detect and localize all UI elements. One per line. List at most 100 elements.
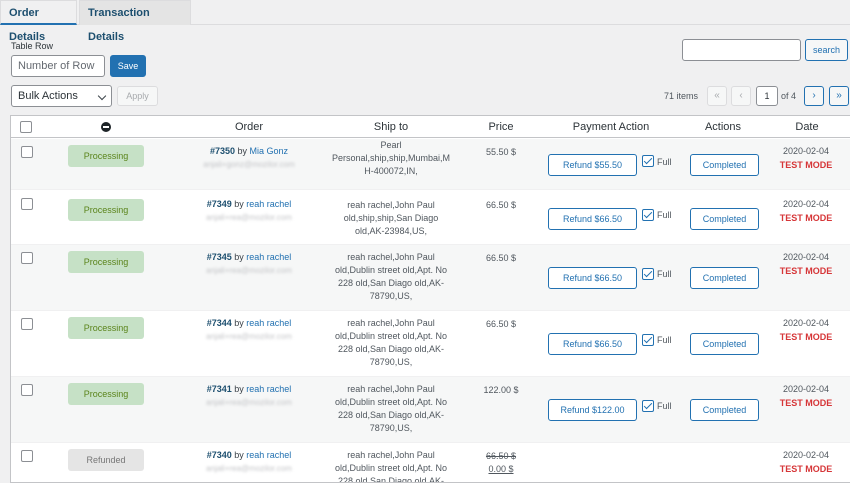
order-link[interactable]: #7344 by reah rachel <box>181 318 317 328</box>
row-checkbox[interactable] <box>21 252 33 264</box>
order-number[interactable]: #7350 <box>210 146 235 156</box>
customer-link[interactable]: Mia Gonz <box>250 146 289 156</box>
ship-line: 228 old,San Diago old,AK- <box>337 476 445 483</box>
price: 66.50 $ <box>485 200 517 210</box>
ship-to: reah rachel,John Paul old,Dublin street … <box>321 383 461 435</box>
save-button[interactable]: Save <box>110 55 146 77</box>
row-checkbox[interactable] <box>21 198 33 210</box>
order-by: by <box>234 450 244 460</box>
table-row: Processing #7341 by reah rachel anjali+r… <box>11 377 850 443</box>
full-label: Full <box>657 157 672 167</box>
col-order[interactable]: Order <box>199 116 299 138</box>
order-number[interactable]: #7340 <box>207 450 232 460</box>
first-page-button[interactable]: « <box>707 86 727 106</box>
row-checkbox[interactable] <box>21 146 33 158</box>
row-checkbox[interactable] <box>21 384 33 396</box>
search-button[interactable]: search <box>805 39 848 61</box>
customer-email: anjali+rea@mozilor.com <box>206 398 292 407</box>
full-label: Full <box>657 401 672 411</box>
row-checkbox[interactable] <box>21 318 33 330</box>
bulk-actions-select[interactable]: Bulk Actions <box>11 85 112 107</box>
order-link[interactable]: #7341 by reah rachel <box>181 384 317 394</box>
col-ship-to: Ship to <box>373 121 409 133</box>
apply-button[interactable]: Apply <box>117 86 158 106</box>
row-checkbox[interactable] <box>21 450 33 462</box>
order-by: by <box>234 199 244 209</box>
ship-line: old,AK-23984,US, <box>354 226 428 236</box>
price: 66.50 $ <box>485 319 517 329</box>
items-count: 71 items <box>664 91 699 101</box>
status-badge: Processing <box>68 251 144 273</box>
tab-bar: Order Details Transaction Details <box>0 0 850 43</box>
full-checkbox[interactable] <box>642 268 654 280</box>
full-checkbox[interactable] <box>642 400 654 412</box>
customer-link[interactable]: reah rachel <box>246 450 291 460</box>
refund-button[interactable]: Refund $55.50 <box>548 154 637 176</box>
completed-button[interactable]: Completed <box>690 399 759 421</box>
order-link[interactable]: #7340 by reah rachel <box>181 450 317 460</box>
ship-to: reah rachel,John Paul old,Dublin street … <box>321 449 461 483</box>
ship-line: Pearl <box>380 140 402 150</box>
customer-email: anjali+rea@mozilor.com <box>206 266 292 275</box>
full-checkbox[interactable] <box>642 334 654 346</box>
refund-button[interactable]: Refund $66.50 <box>548 267 637 289</box>
customer-email: anjali+gonz@mozilor.com <box>203 160 295 169</box>
test-mode-label: TEST MODE <box>779 398 833 408</box>
next-page-button[interactable]: › <box>804 86 824 106</box>
col-payment-action: Payment Action <box>572 121 650 133</box>
col-date[interactable]: Date <box>767 116 847 138</box>
status-badge: Processing <box>68 317 144 339</box>
prev-page-button[interactable]: ‹ <box>731 86 751 106</box>
ship-line: old,Dublin street old,Apt. No <box>334 397 448 407</box>
price: 122.00 $ <box>483 385 519 395</box>
order-by: by <box>234 252 244 262</box>
ship-line: 78790,US, <box>369 291 413 301</box>
customer-link[interactable]: reah rachel <box>246 318 291 328</box>
ship-line: old,ship,ship,San Diago <box>343 213 439 223</box>
test-mode-label: TEST MODE <box>779 213 833 223</box>
test-mode-label: TEST MODE <box>779 464 833 474</box>
original-price: 66.50 $ <box>485 451 517 461</box>
last-page-button[interactable]: » <box>829 86 849 106</box>
ship-line: Personal,ship,ship,Mumbai,M <box>331 153 451 163</box>
select-all-checkbox[interactable] <box>20 121 32 133</box>
tab-order-details[interactable]: Order Details <box>0 0 77 43</box>
customer-link[interactable]: reah rachel <box>246 252 291 262</box>
number-of-row-input[interactable] <box>11 55 105 77</box>
order-link[interactable]: #7345 by reah rachel <box>181 252 317 262</box>
order-by: by <box>234 318 244 328</box>
completed-button[interactable]: Completed <box>690 208 759 230</box>
ship-line: reah rachel,John Paul <box>347 252 435 262</box>
order-date: 2020-02-04 <box>782 146 830 156</box>
customer-email: anjali+rea@mozilor.com <box>206 464 292 473</box>
full-checkbox[interactable] <box>642 209 654 221</box>
page-total: of 4 <box>781 91 797 101</box>
search-input[interactable] <box>682 39 801 61</box>
order-link[interactable]: #7349 by reah rachel <box>181 199 317 209</box>
current-page-input[interactable]: 1 <box>756 86 778 106</box>
order-number[interactable]: #7349 <box>207 199 232 209</box>
order-number[interactable]: #7344 <box>207 318 232 328</box>
chevron-down-icon <box>97 91 107 101</box>
order-link[interactable]: #7350 by Mia Gonz <box>181 146 317 156</box>
test-mode-label: TEST MODE <box>779 332 833 342</box>
order-number[interactable]: #7345 <box>207 252 232 262</box>
refund-button[interactable]: Refund $66.50 <box>548 208 637 230</box>
refund-button[interactable]: Refund $122.00 <box>548 399 637 421</box>
completed-button[interactable]: Completed <box>690 333 759 355</box>
refund-button[interactable]: Refund $66.50 <box>548 333 637 355</box>
customer-email: anjali+rea@mozilor.com <box>206 213 292 222</box>
customer-link[interactable]: reah rachel <box>246 384 291 394</box>
order-number[interactable]: #7341 <box>207 384 232 394</box>
test-mode-label: TEST MODE <box>779 266 833 276</box>
col-actions: Actions <box>704 121 742 133</box>
full-label: Full <box>657 335 672 345</box>
full-label: Full <box>657 269 672 279</box>
tab-transaction-details[interactable]: Transaction Details <box>79 0 191 43</box>
completed-button[interactable]: Completed <box>690 267 759 289</box>
completed-button[interactable]: Completed <box>690 154 759 176</box>
customer-link[interactable]: reah rachel <box>246 199 291 209</box>
full-checkbox[interactable] <box>642 155 654 167</box>
minus-circle-icon <box>101 122 111 132</box>
ship-line: 228 old,San Diago old,AK- <box>337 410 445 420</box>
